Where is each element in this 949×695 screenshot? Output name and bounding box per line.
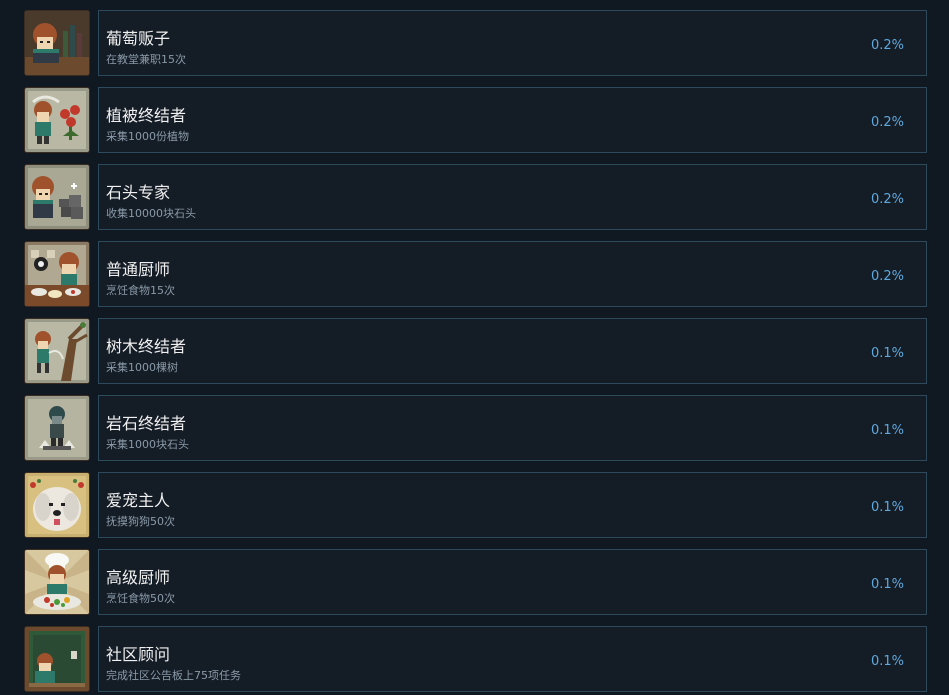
tree-terminator-icon [24,318,90,384]
achievement-percent: 0.2% [870,115,904,130]
achievement-percent: 0.2% [870,38,904,53]
achievement-description: 采集1000棵树 [106,361,178,374]
achievement-card: 石头专家 收集10000块石头 0.2% [98,164,927,230]
achievement-percent: 0.1% [870,346,904,361]
community-advisor-icon [24,626,90,692]
achievement-description: 完成社区公告板上75项任务 [106,669,241,682]
achievement-percent: 0.1% [870,654,904,669]
achievement-row[interactable]: 岩石终结者 采集1000块石头 0.1% [0,395,949,461]
achievement-row[interactable]: 石头专家 收集10000块石头 0.2% [0,164,949,230]
achievement-title: 岩石终结者 [106,414,187,433]
stone-expert-icon [24,164,90,230]
achievement-card: 岩石终结者 采集1000块石头 0.1% [98,395,927,461]
ordinary-chef-icon [24,241,90,307]
achievement-percent: 0.1% [870,577,904,592]
achievement-title: 树木终结者 [106,337,187,356]
achievement-row[interactable]: 爱宠主人 抚摸狗狗50次 0.1% [0,472,949,538]
achievement-row[interactable]: 植被终结者 采集1000份植物 0.2% [0,87,949,153]
achievement-title: 社区顾问 [106,645,171,664]
achievement-row[interactable]: 树木终结者 采集1000棵树 0.1% [0,318,949,384]
achievement-card: 植被终结者 采集1000份植物 0.2% [98,87,927,153]
rock-terminator-icon [24,395,90,461]
achievement-description: 在教堂兼职15次 [106,53,186,66]
achievement-title: 葡萄贩子 [106,29,171,48]
achievement-title: 爱宠主人 [106,491,171,510]
achievement-description: 采集1000块石头 [106,438,189,451]
achievement-percent: 0.2% [870,269,904,284]
achievement-title: 石头专家 [106,183,171,202]
wine-merchant-icon [24,10,90,76]
achievement-description: 烹饪食物50次 [106,592,175,605]
achievement-card: 普通厨师 烹饪食物15次 0.2% [98,241,927,307]
achievement-list: 葡萄贩子 在教堂兼职15次 0.2% 植被终结者 采集1000份植物 0.2% … [0,0,949,695]
achievement-row[interactable]: 社区顾问 完成社区公告板上75项任务 0.1% [0,626,949,692]
achievement-description: 烹饪食物15次 [106,284,175,297]
achievement-title: 植被终结者 [106,106,187,125]
senior-chef-icon [24,549,90,615]
achievement-description: 采集1000份植物 [106,130,189,143]
achievement-row[interactable]: 葡萄贩子 在教堂兼职15次 0.2% [0,10,949,76]
achievement-card: 社区顾问 完成社区公告板上75项任务 0.1% [98,626,927,692]
achievement-percent: 0.1% [870,423,904,438]
achievement-card: 树木终结者 采集1000棵树 0.1% [98,318,927,384]
achievement-title: 普通厨师 [106,260,171,279]
achievement-card: 高级厨师 烹饪食物50次 0.1% [98,549,927,615]
achievement-row[interactable]: 普通厨师 烹饪食物15次 0.2% [0,241,949,307]
achievement-percent: 0.2% [870,192,904,207]
achievement-description: 抚摸狗狗50次 [106,515,175,528]
plant-terminator-icon [24,87,90,153]
achievement-card: 葡萄贩子 在教堂兼职15次 0.2% [98,10,927,76]
achievement-card: 爱宠主人 抚摸狗狗50次 0.1% [98,472,927,538]
pet-lover-icon [24,472,90,538]
achievement-percent: 0.1% [870,500,904,515]
achievement-description: 收集10000块石头 [106,207,196,220]
achievement-title: 高级厨师 [106,568,171,587]
achievement-row[interactable]: 高级厨师 烹饪食物50次 0.1% [0,549,949,615]
